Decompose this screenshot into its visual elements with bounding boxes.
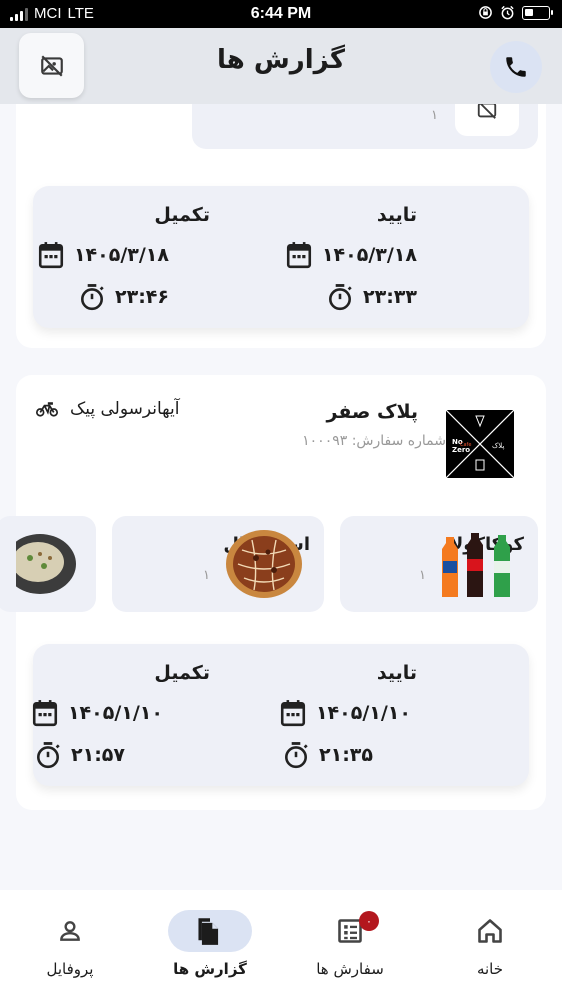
calendar-icon [280,700,305,727]
calendar-icon [38,242,63,269]
confirm-time: ۲۳:۳۳ [363,286,417,308]
nav-label: خانه [476,960,504,978]
nav-icon-container [28,910,112,952]
confirm-date: ۱۴۰۵/۳/۱۸ [321,244,417,266]
confirm-date-row: ۱۴۰۵/۳/۱۸ [286,241,417,269]
reports-icon [198,918,219,945]
item-quantity: ۱ [431,108,438,123]
complete-time-row: ۲۳:۴۶ [79,283,169,311]
complete-date-row: ۱۴۰۵/۳/۱۸ [38,241,169,269]
confirm-date-row: ۱۴۰۵/۱/۱۰ [280,699,411,727]
nav-icon-container: ۰ [308,910,392,952]
soda-bottles-image [442,533,510,597]
order-item-card[interactable]: ۱ [192,104,538,149]
nav-label: گزارش ها [173,960,247,978]
status-times-box: تایید ۱۴۰۵/۱/۱۰ ۲۱:۳۵ تکمیل ۱۴۰۵/۱/۱۰ ۲۱… [32,644,529,786]
pasta-image [16,534,76,594]
page-title: گزارش ها [217,45,345,75]
order-item-card[interactable] [0,516,96,612]
complete-date-row: ۱۴۰۵/۱/۱۰ [32,699,163,727]
nav-item-reports[interactable]: گزارش ها [140,890,280,1000]
stopwatch-icon [81,284,104,311]
complete-date: ۱۴۰۵/۳/۱۸ [73,244,169,266]
stopwatch-icon [37,742,60,769]
order-card[interactable]: ۱ تایید ۱۴۰۵/۳/۱۸ ۲۳:۳۳ تکمیل ۱۴۰۵/۳/۱۸ [16,104,546,348]
status-bar: MCI LTE 6:44 PM [0,0,562,28]
pizza-image [226,530,302,598]
svg-text:Cafe: Cafe [460,442,471,448]
complete-date: ۱۴۰۵/۱/۱۰ [67,702,163,724]
complete-time: ۲۱:۵۷ [71,744,125,766]
complete-label: تکمیل [154,204,210,226]
phone-icon [506,57,526,77]
confirm-label: تایید [376,204,417,226]
confirm-label: تایید [376,662,417,684]
confirm-time-row: ۲۳:۳۳ [327,283,417,311]
nav-icon-container [448,910,532,952]
confirm-date: ۱۴۰۵/۱/۱۰ [315,702,411,724]
reports-list[interactable]: ۱ تایید ۱۴۰۵/۳/۱۸ ۲۳:۳۳ تکمیل ۱۴۰۵/۳/۱۸ [0,104,562,890]
confirm-column: تایید ۱۴۰۵/۳/۱۸ ۲۳:۳۳ [286,186,529,328]
profile-icon [60,921,80,941]
nav-icon-container [168,910,252,952]
orders-badge: ۰ [359,911,379,931]
courier-info: آیهانرسولی پیک [36,399,179,419]
courier-name: آیهانرسولی پیک [70,399,180,419]
item-quantity: ۱ [419,568,426,583]
calendar-icon [32,700,57,727]
rotation-lock-icon [479,6,492,19]
svg-text:پلاک: پلاک [492,442,504,450]
complete-label: تکمیل [154,662,210,684]
nav-label: سفارش ها [316,960,384,978]
stopwatch-icon [329,284,352,311]
confirm-time-row: ۲۱:۳۵ [283,741,373,769]
stopwatch-icon [285,742,308,769]
status-right [478,5,553,20]
call-button[interactable] [490,41,542,93]
delivery-bike-icon [36,402,58,417]
item-thumbnail [455,104,519,136]
complete-time-row: ۲۱:۵۷ [35,741,125,769]
order-item-card[interactable]: اسپیشیال ۱ [112,516,324,612]
nav-item-orders[interactable]: ۰ سفارش ها [280,890,420,1000]
confirm-time: ۲۱:۳۵ [319,744,373,766]
no-image-icon [477,104,497,119]
shop-logo: No Zero Cafe پلاک [445,409,515,479]
complete-time: ۲۳:۴۶ [115,286,169,308]
status-times-box: تایید ۱۴۰۵/۳/۱۸ ۲۳:۳۳ تکمیل ۱۴۰۵/۳/۱۸ ۲۳… [33,186,529,328]
calendar-icon [286,242,311,269]
bottom-nav: پروفایل گزارش ها ۰ سفارش ها خانه [0,890,562,1000]
complete-column: تکمیل ۱۴۰۵/۱/۱۰ ۲۱:۵۷ [32,644,265,786]
cafe-logo-icon: No Zero Cafe پلاک [445,409,515,479]
app-header: گزارش ها [0,28,562,104]
alarm-icon [501,5,514,20]
shop-name: پلاک صفر [326,401,418,423]
complete-column: تکمیل ۱۴۰۵/۳/۱۸ ۲۳:۴۶ [33,186,265,328]
order-card[interactable]: No Zero Cafe پلاک پلاک صفر شماره سفارش: … [0,375,546,810]
item-quantity: ۱ [203,568,210,583]
confirm-column: تایید ۱۴۰۵/۱/۱۰ ۲۱:۳۵ [280,644,529,786]
order-item-card[interactable]: کوکاکولا ۱ [340,516,538,612]
order-number: شماره سفارش: ۱۰۰۰۹۳ [302,433,446,449]
home-icon [478,919,502,943]
battery-icon [522,5,553,20]
nav-item-home[interactable]: خانه [420,890,560,1000]
nav-label: پروفایل [46,960,94,978]
nav-item-profile[interactable]: پروفایل [0,890,140,1000]
